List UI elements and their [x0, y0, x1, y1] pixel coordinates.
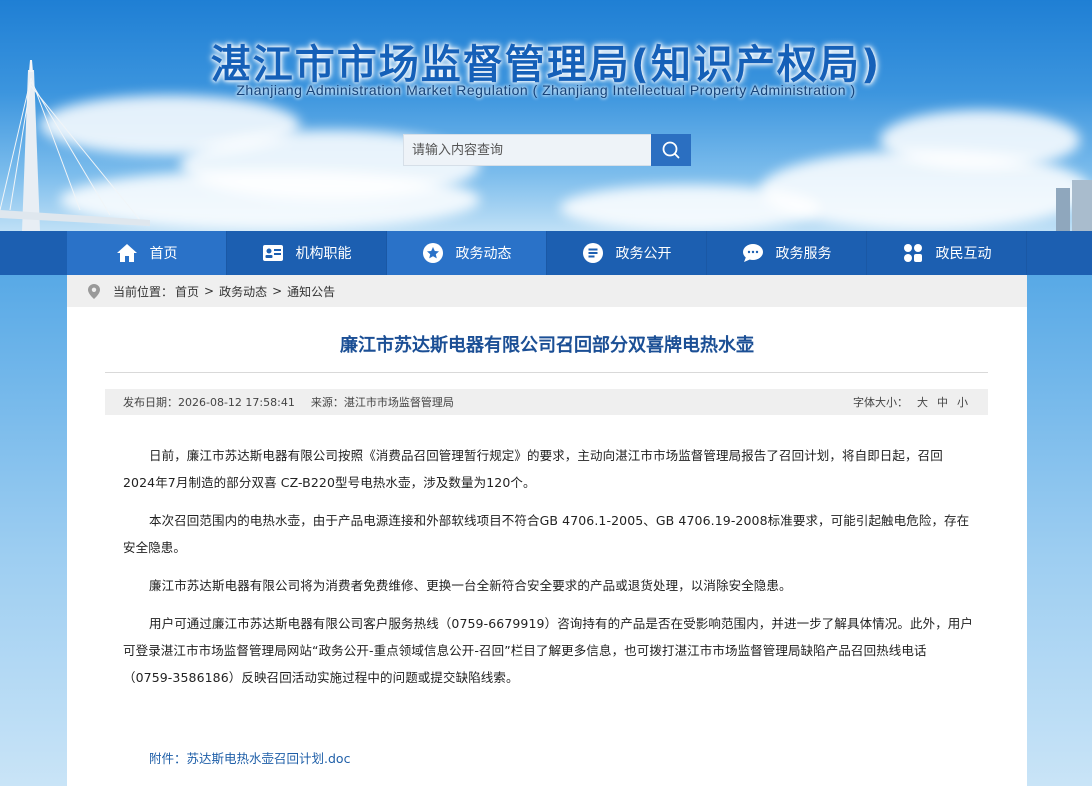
nav-item-institution[interactable]: 机构职能 [227, 231, 387, 275]
id-card-icon [262, 242, 284, 264]
publish-date: 2026-08-12 17:58:41 [178, 395, 295, 409]
nav-item-label: 机构职能 [295, 246, 352, 262]
article-body: 日前，廉江市苏达斯电器有限公司按照《消费品召回管理暂行规定》的要求，主动向湛江市… [123, 442, 973, 702]
star-icon [422, 242, 444, 264]
nav-item-home[interactable]: 首页 [67, 231, 227, 275]
grid-icon [902, 242, 924, 264]
breadcrumb-prefix: 当前位置： [113, 284, 174, 299]
content-panel: 当前位置： 首页 > 政务动态 > 通知公告 廉江市苏达斯电器有限公司召回部分双… [67, 275, 1027, 786]
breadcrumb: 当前位置： 首页 > 政务动态 > 通知公告 [67, 275, 1027, 307]
article-meta: 发布日期： 2026-08-12 17:58:41 来源： 湛江市市场监督管理局… [105, 389, 988, 415]
attachment: 附件：苏达斯电热水壶召回计划.doc [149, 748, 350, 767]
search-icon [662, 141, 680, 159]
nav-item-label: 政务公开 [615, 246, 672, 262]
cloud-decoration [880, 110, 1080, 170]
nav-item-news[interactable]: 政务动态 [387, 231, 547, 275]
attachment-label: 附件： [149, 751, 187, 766]
nav-item-label: 政务服务 [775, 246, 832, 262]
location-pin-icon [88, 283, 100, 299]
font-size-control: 字体大小： 大 中 小 [853, 394, 988, 410]
breadcrumb-separator: > [204, 284, 215, 298]
article-title: 廉江市苏达斯电器有限公司召回部分双喜牌电热水壶 [340, 335, 754, 356]
article-paragraph: 廉江市苏达斯电器有限公司将为消费者免费维修、更换一台全新符合安全要求的产品或退货… [149, 578, 792, 593]
attachment-link[interactable]: 苏达斯电热水壶召回计划.doc [187, 751, 351, 766]
header-banner: 湛江市市场监督管理局(知识产权局) Zhanjiang Administrati… [0, 0, 1092, 231]
search-box [403, 134, 691, 166]
publish-date-label: 发布日期： [123, 396, 178, 409]
font-size-large[interactable]: 大 [917, 394, 928, 410]
source-value: 湛江市市场监督管理局 [343, 396, 454, 409]
nav-item-label: 政务动态 [455, 246, 512, 262]
article-paragraph: 日前，廉江市苏达斯电器有限公司按照《消费品召回管理暂行规定》的要求，主动向湛江市… [123, 448, 943, 490]
font-size-small[interactable]: 小 [957, 394, 968, 410]
cloud-decoration [560, 185, 820, 231]
breadcrumb-link-news[interactable]: 政务动态 [219, 283, 267, 300]
nav-item-service[interactable]: 政务服务 [707, 231, 867, 275]
buildings-illustration [1056, 180, 1092, 231]
main-nav: 首页 机构职能 政务动态 政务公开 政务服务 政民互动 [0, 231, 1092, 275]
font-size-medium[interactable]: 中 [937, 394, 948, 410]
article-paragraph: 用户可通过廉江市苏达斯电器有限公司客户服务热线（0759-6679919）咨询持… [123, 616, 973, 685]
breadcrumb-separator: > [272, 284, 283, 298]
nav-item-disclosure[interactable]: 政务公开 [547, 231, 707, 275]
nav-item-interaction[interactable]: 政民互动 [867, 231, 1027, 275]
article-paragraph: 本次召回范围内的电热水壶，由于产品电源连接和外部软线项目不符合GB 4706.1… [123, 513, 970, 555]
nav-item-label: 政民互动 [935, 246, 992, 262]
chat-bubble-icon [742, 242, 764, 264]
home-icon [116, 242, 138, 264]
breadcrumb-link-notice[interactable]: 通知公告 [287, 283, 335, 300]
document-icon [582, 242, 604, 264]
breadcrumb-link-home[interactable]: 首页 [175, 283, 199, 300]
nav-item-label: 首页 [149, 246, 178, 262]
search-button[interactable] [651, 134, 691, 166]
title-divider [105, 372, 988, 373]
source-label: 来源： [310, 396, 344, 409]
search-input[interactable] [403, 134, 651, 166]
site-subtitle: Zhanjiang Administration Market Regulati… [236, 82, 856, 98]
font-size-label: 字体大小： [853, 396, 908, 409]
